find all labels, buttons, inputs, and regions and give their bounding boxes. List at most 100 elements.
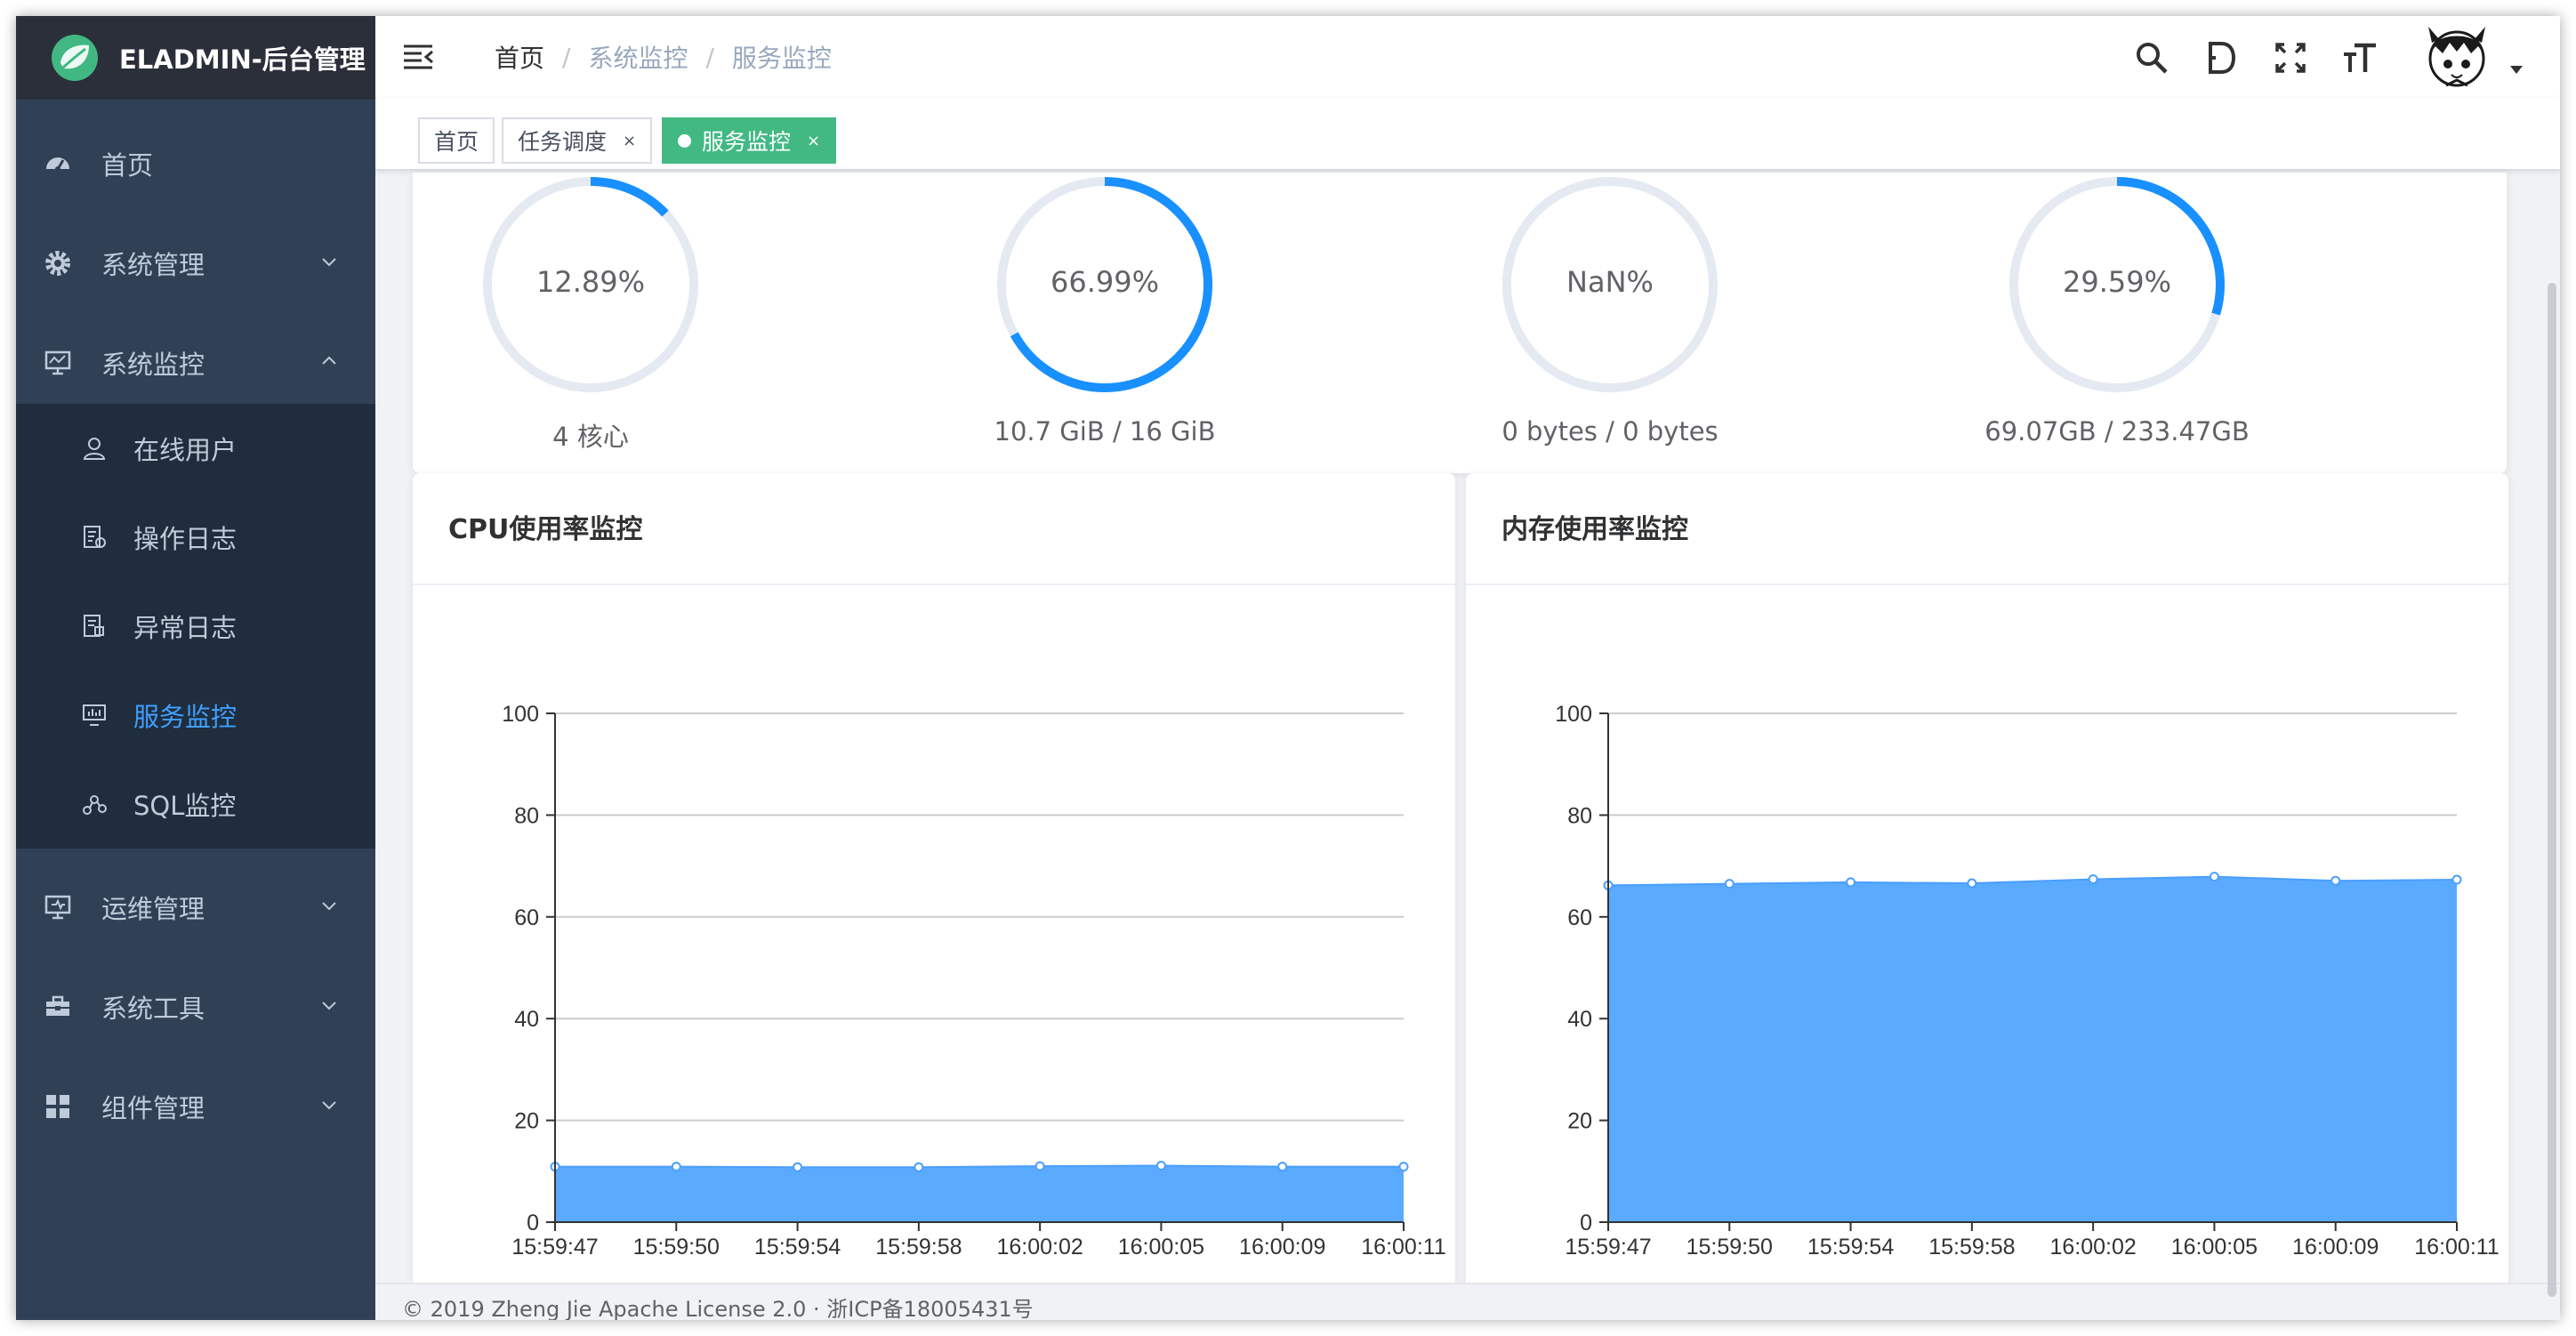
y-tick-label: 0 [527,1211,539,1235]
x-tick-label: 16:00:09 [1239,1235,1325,1260]
breadcrumb-home[interactable]: 首页 [495,39,544,75]
chevron-down-icon [322,902,336,911]
sidebar-item-server-monitor[interactable]: 服务监控 [16,671,375,760]
tag-label: 首页 [434,129,479,155]
data-point [914,1162,924,1172]
tag-home[interactable]: 首页 [418,117,495,164]
data-point [1724,879,1735,889]
tag-server-monitor[interactable]: 服务监控 × [662,117,837,164]
grid-icon [43,1091,73,1122]
breadcrumb-separator: / [562,42,571,72]
sidebar-item-label: SQL监控 [133,791,237,821]
y-tick-label: 100 [1555,702,1592,727]
close-icon[interactable]: × [807,132,820,150]
sidebar-item-label: 系统监控 [101,350,205,380]
data-point [1277,1162,1288,1172]
tag-label: 服务监控 [702,129,792,155]
avatar[interactable] [2419,18,2494,93]
caret-down-icon[interactable] [2508,64,2524,75]
x-tick-label: 15:59:58 [875,1235,962,1260]
sidebar-item-component-management[interactable]: 组件管理 [16,1057,375,1156]
memory-usage-chart: 0 20 40 60 80 100 15:59:47 15:59:50 15:59:54 15:5… [1555,702,2499,1260]
data-point [1967,878,1977,889]
gauge-caption: 10.7 GiB / 16 GiB [994,416,1216,447]
active-dot-icon [678,133,691,148]
y-tick-label: 80 [514,803,539,828]
area-fill [1608,876,2457,1222]
data-point [1846,877,1856,888]
y-tick-label: 60 [1567,905,1592,930]
y-tick-label: 60 [514,905,539,930]
cpu-usage-card: CPU使用率监控 0 20 40 60 80 100 15:59:47 15:59:50 15:… [413,473,1455,1320]
app-title: ELADMIN-后台管理 [119,44,366,75]
x-tick-label: 15:59:54 [1807,1235,1894,1260]
user-icon [80,434,109,463]
y-tick-label: 40 [514,1007,539,1032]
sidebar-item-label: 在线用户 [133,435,237,465]
data-point [671,1162,681,1172]
gauge-percent: 12.89% [535,265,645,299]
x-tick-label: 16:00:11 [1361,1235,1445,1260]
data-point [2088,873,2098,884]
font-size-icon[interactable] [2339,37,2380,78]
tag-task-scheduling[interactable]: 任务调度 × [502,117,653,164]
sidebar-item-home[interactable]: 首页 [16,114,375,213]
sidebar-item-label: 组件管理 [101,1093,205,1123]
gauge-cpu: 12.89% 4 核心 [413,173,769,473]
breadcrumb-separator: / [705,42,714,72]
sidebar-item-label: 操作日志 [133,524,237,554]
log-icon [80,523,109,551]
sidebar-item-operation-log[interactable]: 操作日志 [16,493,375,582]
sidebar-item-online-users[interactable]: 在线用户 [16,404,375,493]
x-tick-label: 16:00:09 [2292,1235,2379,1260]
breadcrumb: 首页 / 系统监控 / 服务监控 [495,37,832,76]
server-icon [43,892,73,922]
sidebar-item-label: 系统管理 [101,250,205,280]
hamburger-icon[interactable] [402,41,434,73]
dashboard-icon [43,149,73,179]
chevron-down-icon [322,1101,336,1110]
x-tick-label: 16:00:05 [1118,1235,1204,1260]
monitor-icon [43,348,73,378]
sidebar-submenu-monitor: 在线用户 操作日志 异常日志 服务监控 SQL监控 [16,404,375,849]
sql-icon [80,790,109,818]
app-logo[interactable]: ELADMIN-后台管理 [16,16,375,100]
x-tick-label: 16:00:02 [2049,1235,2136,1260]
server-monitor-icon [80,701,109,729]
sidebar-item-system-management[interactable]: 系统管理 [16,213,375,313]
sidebar-item-label: 异常日志 [133,613,237,643]
x-tick-label: 15:59:50 [1686,1235,1773,1260]
gauge-caption: 0 bytes / 0 bytes [1501,416,1719,447]
sidebar-item-label: 运维管理 [101,894,205,924]
resource-gauges-card: 12.89% 4 核心 66.99% 10.7 GiB / 16 GiB NaN… [413,173,2507,473]
toolbox-icon [43,992,73,1022]
sidebar-item-label: 首页 [101,150,154,181]
doc-icon[interactable] [2201,37,2242,78]
x-tick-label: 15:59:58 [1928,1235,2015,1260]
sidebar-item-system-tools[interactable]: 系统工具 [16,957,375,1057]
chevron-up-icon [322,356,336,365]
sidebar-item-sql-monitor[interactable]: SQL监控 [16,760,375,849]
footer-copyright[interactable]: © 2019 Zheng Jie Apache License 2.0 · 浙I… [402,1292,1034,1320]
y-tick-label: 20 [1567,1109,1592,1134]
app-window: ELADMIN-后台管理 首页 系统管理 系统监控 在线用户 操作日志 异常日志… [16,16,2560,1320]
x-tick-label: 15:59:47 [511,1235,598,1260]
x-tick-label: 15:59:54 [754,1235,841,1260]
search-icon[interactable] [2131,37,2172,78]
sidebar-item-system-monitor[interactable]: 系统监控 [16,313,375,413]
sidebar-item-label: 服务监控 [133,702,237,732]
close-icon[interactable]: × [623,132,636,150]
gauge-memory: 66.99% 10.7 GiB / 16 GiB [927,173,1283,473]
data-point [1034,1161,1045,1171]
scrollbar[interactable] [2548,283,2556,1297]
y-tick-label: 40 [1567,1007,1592,1032]
y-tick-label: 100 [502,702,539,727]
x-tick-label: 16:00:05 [2171,1235,2258,1260]
sidebar-item-error-log[interactable]: 异常日志 [16,582,375,671]
gauge-caption: 4 核心 [552,422,629,452]
data-point [2209,872,2219,882]
gauge-percent: 29.59% [2062,265,2171,299]
fullscreen-icon[interactable] [2270,37,2311,78]
data-point [2330,875,2341,886]
sidebar-item-ops-management[interactable]: 运维管理 [16,857,375,957]
